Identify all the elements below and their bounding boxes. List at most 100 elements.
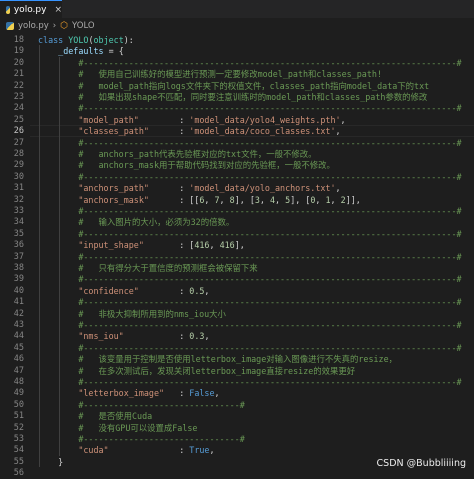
line-number: 25: [13, 114, 24, 125]
code-line[interactable]: # model_path指向logs文件夹下的权值文件，classes_path…: [38, 80, 429, 92]
code-line[interactable]: # 该变量用于控制是否使用letterbox_image对输入图像进行不失真的r…: [38, 353, 397, 365]
code-token: #---------------------------------------…: [78, 228, 462, 239]
code-token: "nms_iou": [78, 331, 124, 342]
line-number: 38: [13, 263, 24, 273]
code-line[interactable]: "input_shape" : [416, 416],: [38, 239, 245, 251]
code-token: "input_shape": [78, 240, 144, 251]
tab-yolo-py[interactable]: yolo.py ×: [0, 0, 62, 18]
line-number: 52: [13, 422, 24, 433]
code-line[interactable]: #---------------------------------------…: [38, 342, 461, 354]
code-line[interactable]: #-------------------------------#: [38, 433, 244, 445]
code-token: # 只有得分大于置信度的预测框会被保留下来: [78, 263, 258, 273]
code-line[interactable]: }: [38, 456, 63, 468]
code-token: 416: [219, 240, 235, 251]
code-line[interactable]: "nms_iou" : 0.3,: [38, 330, 209, 342]
code-token: # 该变量用于控制是否使用letterbox_image对输入图像进行不失真的r…: [78, 354, 398, 365]
code-token: False: [189, 388, 215, 399]
code-line[interactable]: "anchors_path" : 'model_data/yolo_anchor…: [38, 182, 340, 194]
line-number: 51: [13, 411, 24, 422]
code-line[interactable]: "model_path" : 'model_data/yolo4_weights…: [38, 114, 345, 126]
code-token: ], [: [234, 194, 255, 205]
code-token: #---------------------------------------…: [78, 320, 462, 330]
code-editor[interactable]: class YOLO(object): _defaults = { #-----…: [38, 34, 474, 475]
code-token: # 在多次测试后，发现关闭letterbox_image直接resize的效果更…: [78, 365, 356, 376]
code-line[interactable]: # anchors_mask用于帮助代码找到对应的先验框，一般不修改。: [38, 159, 335, 171]
code-line[interactable]: "letterbox_image" : False,: [38, 387, 220, 399]
code-token: ,: [214, 388, 220, 399]
class-symbol-icon: ⬡: [60, 21, 69, 31]
code-token: _defaults: [58, 46, 104, 57]
code-token: ,: [204, 194, 215, 205]
breadcrumb-file[interactable]: yolo.py: [18, 21, 49, 31]
code-line[interactable]: #---------------------------------------…: [38, 205, 462, 217]
code-token: # 是否使用Cuda: [78, 411, 153, 422]
code-line[interactable]: #---------------------------------------…: [38, 251, 461, 263]
code-token: YOLO: [68, 35, 89, 45]
line-number: 31: [13, 183, 24, 194]
python-file-icon: [6, 5, 10, 14]
breadcrumb-symbol[interactable]: YOLO: [72, 21, 95, 31]
code-token: ,: [204, 331, 210, 342]
code-line[interactable]: # 如果出现shape不匹配，同时要注意训练时的model_path和class…: [38, 91, 427, 103]
indent-guide: [39, 45, 40, 468]
code-line[interactable]: #---------------------------------------…: [38, 376, 461, 388]
line-number: 26: [13, 126, 24, 137]
code-line[interactable]: #---------------------------------------…: [38, 296, 462, 308]
code-line[interactable]: "anchors_mask" : [[6, 7, 8], [3, 4, 5], …: [38, 194, 360, 206]
code-token: # 如果出现shape不匹配，同时要注意训练时的model_path和class…: [78, 92, 428, 102]
code-token: ,: [209, 445, 215, 456]
breadcrumb-separator: ›: [52, 21, 57, 31]
code-token: "anchors_mask": [78, 194, 149, 205]
code-token: #-------------------------------#: [78, 399, 245, 410]
line-number: 23: [13, 92, 24, 102]
line-number: 47: [13, 365, 24, 376]
code-line[interactable]: #---------------------------------------…: [38, 228, 462, 240]
code-token: : [[: [148, 194, 200, 205]
line-number: 36: [13, 240, 24, 251]
code-token: #---------------------------------------…: [78, 206, 462, 216]
line-number: 19: [13, 46, 24, 57]
code-token: #---------------------------------------…: [78, 297, 462, 308]
code-line[interactable]: #---------------------------------------…: [38, 137, 462, 149]
close-icon[interactable]: ×: [54, 5, 62, 15]
code-line[interactable]: # 输入图片的大小，必须为32的倍数。: [38, 216, 234, 228]
code-line[interactable]: class YOLO(object):: [38, 34, 134, 46]
code-token: class: [38, 35, 69, 45]
code-line[interactable]: #---------------------------------------…: [38, 319, 462, 331]
code-line[interactable]: #---------------------------------------…: [38, 57, 461, 69]
code-line[interactable]: _defaults = {: [38, 45, 124, 57]
code-token: "classes_path": [78, 126, 149, 137]
code-line[interactable]: "classes_path" : 'model_data/coco_classe…: [38, 125, 340, 137]
breadcrumb: yolo.py › ⬡ YOLO: [0, 18, 474, 34]
code-line[interactable]: #-------------------------------#: [38, 399, 245, 411]
code-line[interactable]: # 没有GPU可以设置成False: [38, 422, 197, 434]
code-line[interactable]: # 在多次测试后，发现关闭letterbox_image直接resize的效果更…: [38, 365, 355, 377]
code-line[interactable]: "cuda" : True,: [38, 444, 215, 456]
line-number: 28: [13, 149, 24, 159]
code-line[interactable]: "confidence" : 0.5,: [38, 285, 209, 297]
code-line[interactable]: # 非极大抑制所用到的nms_iou大小: [38, 308, 226, 320]
code-token: #---------------------------------------…: [78, 103, 462, 114]
code-line[interactable]: # anchors_path代表先验框对应的txt文件，一般不修改。: [38, 148, 316, 160]
code-token: #---------------------------------------…: [78, 137, 462, 148]
code-line[interactable]: # 只有得分大于置信度的预测框会被保留下来: [38, 262, 258, 274]
code-token: # anchors_mask用于帮助代码找到对应的先验框，一般不修改。: [78, 160, 335, 171]
code-token: "anchors_path": [78, 183, 149, 194]
line-number: 48: [13, 377, 24, 387]
code-line[interactable]: #---------------------------------------…: [38, 171, 461, 183]
code-token: #---------------------------------------…: [78, 274, 462, 285]
code-token: 'model_data/coco_classes.txt': [189, 126, 336, 137]
code-token: ], [: [290, 194, 311, 205]
code-line[interactable]: #---------------------------------------…: [38, 102, 462, 114]
line-number: 30: [13, 171, 24, 182]
code-line[interactable]: # 使用自己训练好的模型进行预测一定要修改model_path和classes_…: [38, 68, 382, 80]
code-line[interactable]: # 是否使用Cuda: [38, 410, 152, 422]
code-token: :: [108, 445, 190, 456]
code-token: ],: [234, 240, 245, 251]
code-token: ,: [219, 194, 230, 205]
code-line[interactable]: #---------------------------------------…: [38, 273, 462, 285]
code-token: ,: [330, 194, 341, 205]
code-token: "letterbox_image": [78, 388, 165, 399]
